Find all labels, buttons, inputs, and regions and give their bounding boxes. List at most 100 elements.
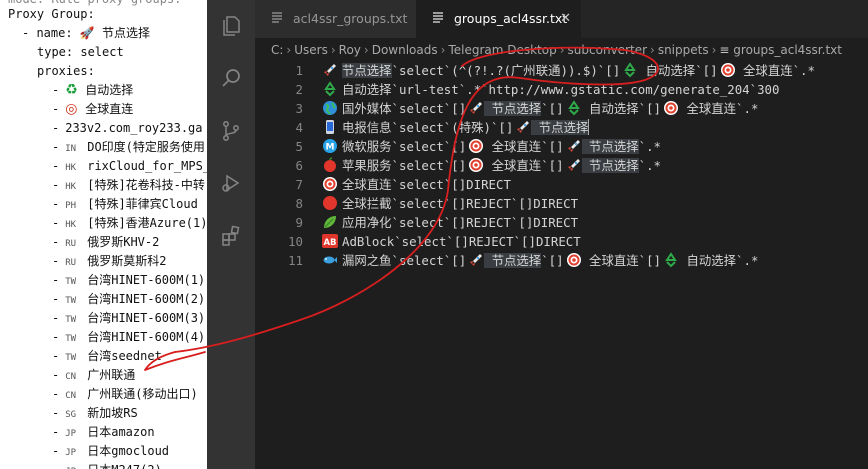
proxy-list-item: - SG 新加坡RS [52,404,138,423]
code-text: 全球直连`select`[]DIRECT [322,175,511,194]
proxy-list-item: -HKrixCloud_for_MPS_HK [52,157,207,176]
yaml-viewer-panel: mode: Rule proxy-groups: Proxy Group: - … [0,0,207,469]
chevron-right-icon: › [711,43,717,57]
tab-acl4ssr-groups[interactable]: acl4ssr_groups.txt [255,0,416,38]
proxy-list-item: - ♻ 自动选择 [52,81,133,100]
globe-icon [323,101,337,115]
proxy-name: 日本amazon [87,425,155,439]
proxy-name: [特殊]花卷科技-中转 [87,178,205,192]
list-dash: - [52,235,60,249]
code-text: AB AdBlock`select`[]REJECT`[]DIRECT [322,232,581,251]
svg-text:AB: AB [323,238,336,248]
line-number: 2 [295,82,303,97]
stop-icon [323,196,337,210]
line-number: 8 [295,196,303,211]
proxy-list-item: - CN 广州联通(移动出口) [52,385,198,404]
line-number: 9 [295,215,303,230]
code-line[interactable]: 10 AB AdBlock`select`[]REJECT`[]DIRECT [255,232,868,251]
breadcrumb-segment[interactable]: groups_acl4ssr.txt [733,43,842,57]
proxy-name: 日本gmocloud [87,444,170,458]
recycle-icon [567,100,580,116]
code-line[interactable]: 11 漏网之鱼`select`[] 节点选择`[] 全球直连`[] 自动选择`.* [255,251,868,270]
breadcrumb-segment[interactable]: Roy [339,43,361,57]
country-code: ◎ [65,100,85,121]
code-line[interactable]: 9 应用净化`select`[]REJECT`[]DIRECT [255,213,868,232]
code-token: 漏网之鱼`select`[] [342,253,467,268]
code-token: `select`(^(?!.?(广州联通)).$)`[] [391,63,621,78]
code-area[interactable]: 1 节点选择`select`(^(?!.?(广州联通)).$)`[] 自动选择`[… [255,61,868,469]
editor-tab-bar: acl4ssr_groups.txt groups_acl4ssr.txt ✕ [255,0,868,38]
rocket-icon [324,64,336,76]
breadcrumb-segment[interactable]: Users [294,43,328,57]
chevron-right-icon: › [330,43,336,57]
breadcrumb-segment[interactable]: Downloads [372,43,438,57]
country-code: JP [65,463,87,469]
list-dash: - [52,425,60,439]
proxy-list-item: -233v2.com_roy233.ga [52,119,203,138]
run-debug-icon[interactable] [219,171,243,195]
code-token: 电报信息`select`(特殊)`[] [342,120,514,135]
code-text: M 微软服务`select`[] 全球直连`[] 节点选择`.* [322,137,661,156]
code-token: 自动选择`.* [679,253,759,268]
proxy-list-item: - TW 台湾HINET-600M(2) [52,290,205,309]
list-dash: - [52,273,60,287]
code-token: 全球拦截`select`[]REJECT`[]DIRECT [342,196,579,211]
list-dash: - [52,330,60,344]
breadcrumb: C: › Users › Roy › Downloads › Telegram Desktop ›… [255,38,868,62]
chevron-right-icon: › [363,43,369,57]
code-token: `.* [638,139,661,154]
target-icon [469,158,484,172]
code-token: 自动选择`url-test`.*`http://www.gstatic.com/… [342,82,780,97]
code-line[interactable]: 4 电报信息`select`(特殊)`[] 节点选择 [255,118,868,137]
phone-icon [326,120,334,134]
leaf-icon [324,216,336,228]
proxy-name: DO印度(特定服务使用) [87,140,207,154]
proxy-name: 新加坡RS [87,406,138,420]
close-tab-icon[interactable]: ✕ [560,0,571,38]
proxy-group-label: Proxy Group: [8,7,95,21]
breadcrumb-segment[interactable]: snippets [658,43,709,57]
breadcrumb-segment[interactable]: C: [271,43,283,57]
list-dash: - [52,83,60,97]
code-line[interactable]: 8 全球拦截`select`[]REJECT`[]DIRECT [255,194,868,213]
list-dash: - [52,197,60,211]
code-text: 漏网之鱼`select`[] 节点选择`[] 全球直连`[] 自动选择`.* [322,251,758,270]
code-line[interactable]: 5 M 微软服务`select`[] 全球直连`[] 节点选择`.* [255,137,868,156]
target-icon: ◎ [65,101,78,117]
breadcrumb-segment[interactable]: Telegram Desktop [448,43,556,57]
list-dash: - [52,311,60,325]
code-token: 苹果服务`select`[] [342,158,467,173]
rocket-icon: 🚀 [79,26,95,40]
code-line[interactable]: 1 节点选择`select`(^(?!.?(广州联通)).$)`[] 自动选择`[… [255,61,868,80]
code-line[interactable]: 6 苹果服务`select`[] 全球直连`[] 节点选择`.* [255,156,868,175]
source-control-icon[interactable] [219,119,243,143]
tab-groups-acl4ssr[interactable]: groups_acl4ssr.txt ✕ [416,0,581,38]
list-dash: - [52,349,60,363]
explorer-icon[interactable] [219,14,243,38]
text-file-icon [433,12,443,23]
breadcrumb-segment[interactable]: subconverter [568,43,647,57]
proxy-name: 俄罗斯KHV-2 [87,235,160,249]
line-number: 1 [295,63,303,78]
extensions-icon[interactable] [219,224,243,248]
code-line[interactable]: 3 国外媒体`select`[] 节点选择`[] 自动选择`[] 全球直连`.* [255,99,868,118]
proxy-name: 俄罗斯莫斯科2 [87,254,167,268]
proxy-name: [特殊]菲律宾Cloud [87,197,198,211]
recycle-icon [665,252,677,268]
proxy-name: 自动选择 [85,83,134,97]
group-name-value: 节点选择 [102,26,151,40]
rocket-icon [517,121,530,133]
code-line[interactable]: 2 自动选择`url-test`.*`http://www.gstatic.com… [255,80,868,99]
activity-bar [207,0,255,469]
code-line[interactable]: 7 全球直连`select`[]DIRECT [255,175,868,194]
proxy-list-item: - TW 台湾HINET-600M(1) [52,271,205,290]
svg-text:M: M [326,143,335,153]
search-icon[interactable] [219,66,243,90]
text-file-icon: ≡ [719,43,734,57]
list-dash: - [52,254,60,268]
highlighted-token: 节点选择 [531,120,589,135]
proxy-name: 台湾HINET-600M(2) [87,292,206,306]
code-text: 苹果服务`select`[] 全球直连`[] 节点选择`.* [322,156,661,175]
list-dash: - [52,102,60,116]
code-token: AdBlock`select`[]REJECT`[]DIRECT [342,234,581,249]
